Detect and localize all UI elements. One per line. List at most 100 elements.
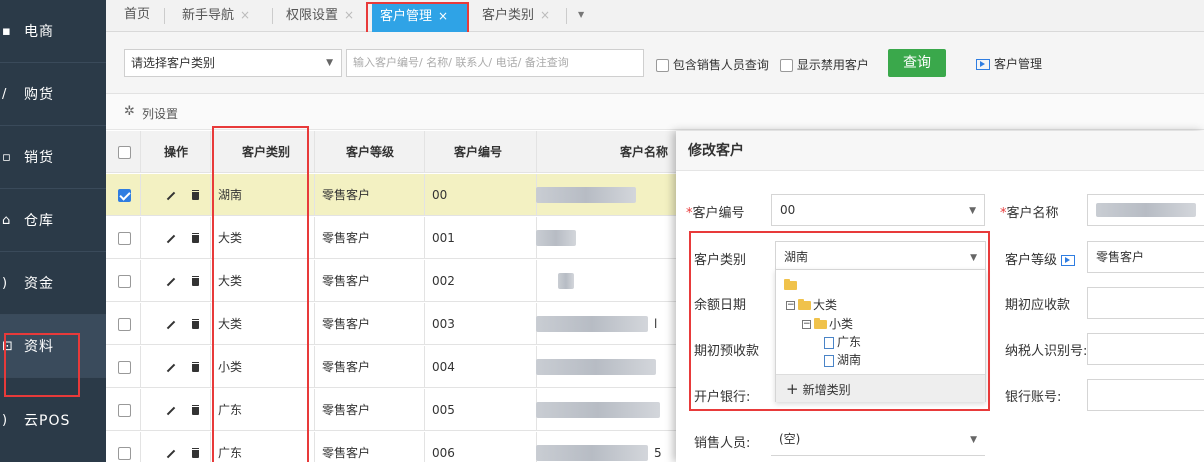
edit-icon[interactable] bbox=[166, 363, 176, 372]
query-button[interactable]: 查询 bbox=[888, 49, 946, 77]
row-checkbox[interactable] bbox=[118, 361, 131, 374]
account-field[interactable] bbox=[1087, 379, 1204, 411]
delete-icon-cell[interactable] bbox=[192, 174, 199, 216]
tab-customer-category[interactable]: 客户类别 × bbox=[474, 0, 558, 32]
delete-icon-cell[interactable] bbox=[192, 303, 199, 345]
edit-icon[interactable] bbox=[166, 320, 176, 329]
row-checkbox-cell[interactable] bbox=[118, 389, 131, 431]
table-row[interactable]: 小类 零售客户 004 bbox=[106, 346, 706, 388]
close-icon[interactable]: × bbox=[540, 8, 550, 22]
sidebar-item-funds[interactable]: ) 资金 bbox=[0, 252, 106, 314]
sidebar-item-warehouse[interactable]: ⌂ 仓库 bbox=[0, 189, 106, 251]
row-checkbox-cell[interactable] bbox=[118, 260, 131, 302]
delete-icon[interactable] bbox=[192, 318, 199, 329]
tab-permissions[interactable]: 权限设置 × bbox=[278, 0, 362, 32]
table-row[interactable]: 大类 零售客户 002 bbox=[106, 260, 706, 302]
sidebar-item-ecommerce[interactable]: ▪ 电商 bbox=[0, 0, 106, 62]
row-checkbox-cell[interactable] bbox=[118, 303, 131, 345]
row-checkbox-cell[interactable] bbox=[118, 174, 131, 216]
tree-node-big[interactable]: − 大类 bbox=[786, 296, 837, 313]
include-sales-checkbox[interactable] bbox=[656, 59, 669, 72]
close-icon[interactable]: × bbox=[438, 9, 448, 23]
tree-node-hunan[interactable]: 湖南 bbox=[824, 351, 861, 368]
sidebar-item-data[interactable]: ⊡ 资料 bbox=[0, 315, 106, 377]
header-code[interactable]: 客户编号 bbox=[454, 131, 502, 173]
table-row[interactable]: 广东 零售客户 005 bbox=[106, 389, 706, 431]
row-checkbox[interactable] bbox=[118, 275, 131, 288]
select-all-checkbox[interactable] bbox=[118, 146, 131, 159]
delete-icon[interactable] bbox=[192, 404, 199, 415]
close-icon[interactable]: × bbox=[240, 8, 250, 22]
tree-root[interactable] bbox=[784, 278, 799, 292]
row-checkbox-cell[interactable] bbox=[118, 432, 131, 462]
tax-id-field[interactable] bbox=[1087, 333, 1204, 365]
level-link[interactable] bbox=[1061, 253, 1079, 267]
table-row[interactable]: 湖南 零售客户 00 bbox=[106, 174, 706, 216]
edit-icon[interactable] bbox=[166, 406, 176, 415]
tree-node-small[interactable]: − 小类 bbox=[802, 315, 853, 332]
code-field[interactable]: 00 ▼ bbox=[771, 194, 985, 226]
add-category-button[interactable]: + 新增类别 bbox=[776, 374, 985, 402]
header-name[interactable]: 客户名称 bbox=[620, 131, 668, 173]
table-row[interactable]: 大类 零售客户 001 bbox=[106, 217, 706, 259]
edit-icon-cell[interactable] bbox=[166, 432, 176, 462]
edit-icon-cell[interactable] bbox=[166, 303, 176, 345]
salesperson-field[interactable]: (空) ▼ bbox=[771, 424, 985, 456]
row-checkbox[interactable] bbox=[118, 232, 131, 245]
delete-icon[interactable] bbox=[192, 447, 199, 458]
cell-name-suffix: l bbox=[654, 317, 658, 331]
delete-icon-cell[interactable] bbox=[192, 217, 199, 259]
close-icon[interactable]: × bbox=[344, 8, 354, 22]
edit-icon-cell[interactable] bbox=[166, 217, 176, 259]
header-level[interactable]: 客户等级 bbox=[346, 131, 394, 173]
row-checkbox-cell[interactable] bbox=[118, 217, 131, 259]
edit-icon[interactable] bbox=[166, 449, 176, 458]
edit-icon-cell[interactable] bbox=[166, 389, 176, 431]
show-disabled-checkbox[interactable] bbox=[780, 59, 793, 72]
sidebar-item-cloud-pos[interactable]: ) 云POS bbox=[0, 378, 106, 462]
delete-icon[interactable] bbox=[192, 189, 199, 200]
gear-icon[interactable]: ✲ bbox=[124, 104, 135, 119]
sidebar-item-purchase[interactable]: / 购货 bbox=[0, 63, 106, 125]
edit-icon-cell[interactable] bbox=[166, 260, 176, 302]
sidebar-item-sales[interactable]: ▫ 销货 bbox=[0, 126, 106, 188]
edit-icon[interactable] bbox=[166, 191, 176, 200]
column-settings-label[interactable]: 列设置 bbox=[142, 105, 178, 122]
select-all-checkbox-cell[interactable] bbox=[118, 131, 131, 173]
table-row[interactable]: 大类 零售客户 003 l bbox=[106, 303, 706, 345]
edit-icon-cell[interactable] bbox=[166, 346, 176, 388]
table-row[interactable]: 广东 零售客户 006 5 bbox=[106, 432, 706, 462]
collapse-icon[interactable]: − bbox=[802, 320, 811, 329]
delete-icon-cell[interactable] bbox=[192, 260, 199, 302]
delete-icon[interactable] bbox=[192, 275, 199, 286]
delete-icon-cell[interactable] bbox=[192, 432, 199, 462]
delete-icon[interactable] bbox=[192, 232, 199, 243]
collapse-icon[interactable]: − bbox=[786, 301, 795, 310]
search-input[interactable]: 输入客户编号/ 名称/ 联系人/ 电话/ 备注查询 bbox=[346, 49, 644, 77]
delete-icon[interactable] bbox=[192, 361, 199, 372]
tax-id-label: 纳税人识别号: bbox=[1005, 344, 1088, 359]
delete-icon-cell[interactable] bbox=[192, 389, 199, 431]
tab-more-dropdown[interactable]: ▼ bbox=[570, 0, 592, 32]
level-field[interactable]: 零售客户 bbox=[1087, 241, 1204, 273]
edit-icon[interactable] bbox=[166, 234, 176, 243]
tab-home[interactable]: 首页 bbox=[116, 0, 158, 32]
tab-guide[interactable]: 新手导航 × bbox=[174, 0, 258, 32]
show-disabled-checkbox-group[interactable]: 显示禁用客户 bbox=[780, 56, 869, 73]
include-sales-checkbox-group[interactable]: 包含销售人员查询 bbox=[656, 56, 769, 73]
row-checkbox-cell[interactable] bbox=[118, 346, 131, 388]
tab-customer-management[interactable]: 客户管理 × bbox=[372, 2, 468, 32]
tree-node-guangdong[interactable]: 广东 bbox=[824, 333, 861, 350]
header-category[interactable]: 客户类别 bbox=[242, 131, 290, 173]
category-select[interactable]: 请选择客户类别 ▼ bbox=[124, 49, 342, 77]
edit-icon-cell[interactable] bbox=[166, 174, 176, 216]
delete-icon-cell[interactable] bbox=[192, 346, 199, 388]
customer-management-link[interactable]: 客户管理 bbox=[976, 55, 1042, 72]
row-checkbox[interactable] bbox=[118, 189, 131, 202]
row-checkbox[interactable] bbox=[118, 447, 131, 460]
name-field[interactable] bbox=[1087, 194, 1204, 226]
row-checkbox[interactable] bbox=[118, 404, 131, 417]
row-checkbox[interactable] bbox=[118, 318, 131, 331]
edit-icon[interactable] bbox=[166, 277, 176, 286]
opening-receivable-field[interactable] bbox=[1087, 287, 1204, 319]
